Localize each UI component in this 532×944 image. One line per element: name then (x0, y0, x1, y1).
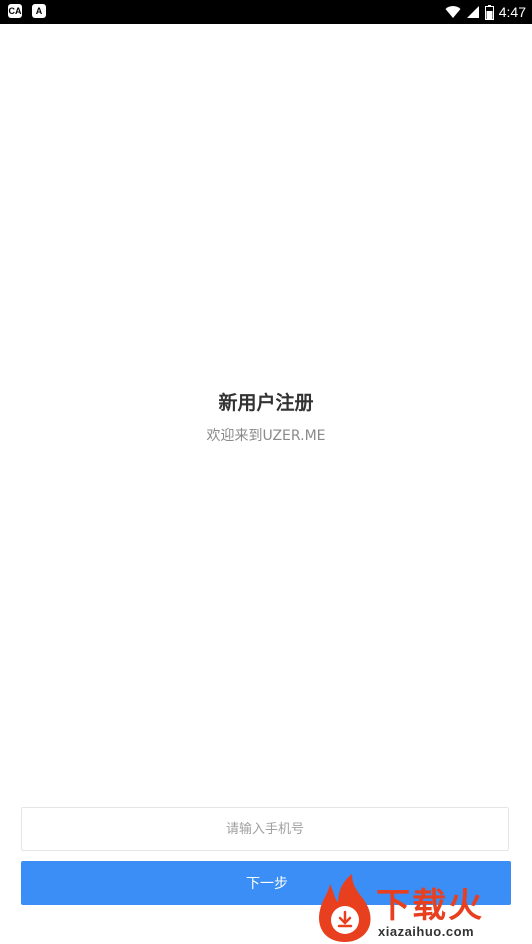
status-time: 4:47 (498, 4, 526, 20)
wifi-icon (445, 6, 461, 19)
next-step-button[interactable]: 下一步 (21, 861, 511, 905)
page-subtitle: 欢迎来到UZER.ME (206, 428, 326, 444)
a-app-icon: A (32, 4, 46, 18)
watermark-domain: xiazaihuo.com (378, 924, 475, 939)
battery-icon (484, 4, 494, 20)
phone-number-input[interactable] (21, 807, 509, 851)
page-title: 新用户注册 (218, 392, 314, 414)
ca-app-icon: CA (8, 4, 22, 18)
status-bar: CA A 4:47 (0, 0, 532, 24)
status-system-icons: 4:47 (445, 3, 526, 21)
cell-signal-icon (466, 6, 479, 18)
status-notification-icons: CA A (8, 4, 46, 18)
